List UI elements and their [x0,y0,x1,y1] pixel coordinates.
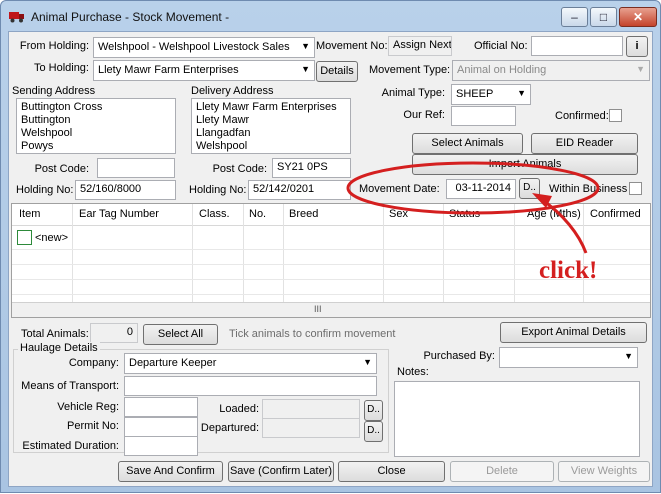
annotation-overlay [346,161,600,254]
annotation-click-text: click! [539,257,598,284]
main-window: Animal Purchase - Stock Movement - – □ ✕… [0,0,661,493]
annotation-circle [346,161,600,215]
